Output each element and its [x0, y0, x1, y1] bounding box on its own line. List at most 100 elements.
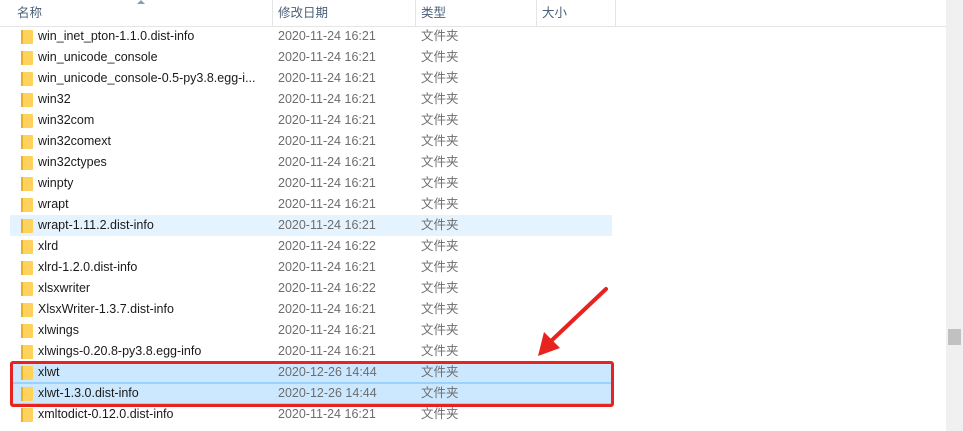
- file-name: win32comext: [38, 134, 111, 148]
- file-type: 文件夹: [421, 176, 459, 190]
- file-modified-date: 2020-11-24 16:21: [278, 71, 376, 85]
- file-type: 文件夹: [421, 71, 459, 85]
- file-row[interactable]: xlwt-1.3.0.dist-info 2020-12-26 14:44 文件夹: [10, 383, 612, 404]
- file-row[interactable]: xlrd 2020-11-24 16:22 文件夹: [10, 236, 612, 257]
- file-type: 文件夹: [421, 29, 459, 43]
- file-name: win_unicode_console: [38, 50, 158, 64]
- file-modified-date: 2020-11-24 16:21: [278, 218, 376, 232]
- folder-icon: [21, 93, 33, 107]
- file-name: xlwings: [38, 323, 79, 337]
- file-type: 文件夹: [421, 218, 459, 232]
- folder-icon: [21, 345, 33, 359]
- file-modified-date: 2020-12-26 14:44: [278, 386, 377, 400]
- file-modified-date: 2020-11-24 16:21: [278, 29, 376, 43]
- column-divider[interactable]: [536, 0, 537, 26]
- file-type: 文件夹: [421, 302, 459, 316]
- file-name: win32: [38, 92, 71, 106]
- file-row[interactable]: win_unicode_console 2020-11-24 16:21 文件夹: [10, 47, 612, 68]
- file-modified-date: 2020-11-24 16:21: [278, 197, 376, 211]
- file-name: XlsxWriter-1.3.7.dist-info: [38, 302, 174, 316]
- file-row[interactable]: win_inet_pton-1.1.0.dist-info 2020-11-24 …: [10, 26, 612, 47]
- folder-icon: [21, 303, 33, 317]
- scrollbar-thumb[interactable]: [948, 329, 961, 345]
- file-name: xlwt-1.3.0.dist-info: [38, 386, 139, 400]
- file-row[interactable]: win_unicode_console-0.5-py3.8.egg-i... 20…: [10, 68, 612, 89]
- file-type: 文件夹: [421, 386, 459, 400]
- file-row[interactable]: XlsxWriter-1.3.7.dist-info 2020-11-24 16:…: [10, 299, 612, 320]
- folder-icon: [21, 30, 33, 44]
- file-modified-date: 2020-11-24 16:22: [278, 281, 376, 295]
- file-type: 文件夹: [421, 92, 459, 106]
- file-name: wrapt-1.11.2.dist-info: [38, 218, 154, 232]
- file-modified-date: 2020-11-24 16:21: [278, 302, 376, 316]
- file-modified-date: 2020-11-24 16:21: [278, 344, 376, 358]
- folder-icon: [21, 282, 33, 296]
- file-row[interactable]: xlwt 2020-12-26 14:44 文件夹: [10, 362, 612, 383]
- file-type: 文件夹: [421, 407, 459, 421]
- column-divider[interactable]: [272, 0, 273, 26]
- file-name: xmltodict-0.12.0.dist-info: [38, 407, 174, 421]
- folder-icon: [21, 366, 33, 380]
- folder-icon: [21, 261, 33, 275]
- file-type: 文件夹: [421, 260, 459, 274]
- file-modified-date: 2020-11-24 16:21: [278, 113, 376, 127]
- file-row[interactable]: wrapt-1.11.2.dist-info 2020-11-24 16:21 文件…: [10, 215, 612, 236]
- file-row[interactable]: xmltodict-0.12.0.dist-info 2020-11-24 16:…: [10, 404, 612, 425]
- red-arrow-annotation: [538, 287, 608, 356]
- file-modified-date: 2020-12-26 14:44: [278, 365, 377, 379]
- folder-icon: [21, 387, 33, 401]
- vertical-scrollbar[interactable]: [946, 0, 963, 431]
- file-name: win_inet_pton-1.1.0.dist-info: [38, 29, 195, 43]
- file-modified-date: 2020-11-24 16:21: [278, 260, 376, 274]
- file-name: wrapt: [38, 197, 69, 211]
- file-name: win32com: [38, 113, 95, 127]
- file-row[interactable]: wrapt 2020-11-24 16:21 文件夹: [10, 194, 612, 215]
- folder-icon: [21, 114, 33, 128]
- file-name: xlsxwriter: [38, 281, 91, 295]
- file-row[interactable]: win32 2020-11-24 16:21 文件夹: [10, 89, 612, 110]
- file-type: 文件夹: [421, 365, 459, 379]
- file-row[interactable]: xlwings 2020-11-24 16:21 文件夹: [10, 320, 612, 341]
- file-type: 文件夹: [421, 323, 459, 337]
- file-name: xlwings-0.20.8-py3.8.egg-info: [38, 344, 202, 358]
- file-row[interactable]: winpty 2020-11-24 16:21 文件夹: [10, 173, 612, 194]
- file-name: win32ctypes: [38, 155, 107, 169]
- file-type: 文件夹: [421, 134, 459, 148]
- file-row[interactable]: win32com 2020-11-24 16:21 文件夹: [10, 110, 612, 131]
- file-modified-date: 2020-11-24 16:22: [278, 239, 376, 253]
- folder-icon: [21, 51, 33, 65]
- folder-icon: [21, 177, 33, 191]
- column-divider[interactable]: [615, 0, 616, 26]
- file-modified-date: 2020-11-24 16:21: [278, 155, 376, 169]
- file-type: 文件夹: [421, 113, 459, 127]
- file-name: xlrd: [38, 239, 59, 253]
- folder-icon: [21, 72, 33, 86]
- file-name: xlwt: [38, 365, 60, 379]
- file-row[interactable]: xlsxwriter 2020-11-24 16:22 文件夹: [10, 278, 612, 299]
- file-type: 文件夹: [421, 197, 459, 211]
- file-row[interactable]: xlwings-0.20.8-py3.8.egg-info 2020-11-24 …: [10, 341, 612, 362]
- column-header-size[interactable]: 大小: [538, 0, 614, 26]
- column-header-name[interactable]: 名称: [13, 0, 271, 26]
- file-name: win_unicode_console-0.5-py3.8.egg-i...: [38, 71, 256, 85]
- folder-icon: [21, 240, 33, 254]
- file-name: xlrd-1.2.0.dist-info: [38, 260, 138, 274]
- file-type: 文件夹: [421, 50, 459, 64]
- column-header-type[interactable]: 类型: [417, 0, 535, 26]
- file-row[interactable]: win32comext 2020-11-24 16:21 文件夹: [10, 131, 612, 152]
- file-row[interactable]: win32ctypes 2020-11-24 16:21 文件夹: [10, 152, 612, 173]
- column-header-date[interactable]: 修改日期: [274, 0, 414, 26]
- folder-icon: [21, 135, 33, 149]
- folder-icon: [21, 324, 33, 338]
- folder-icon: [21, 156, 33, 170]
- file-type: 文件夹: [421, 344, 459, 358]
- file-modified-date: 2020-11-24 16:21: [278, 176, 376, 190]
- column-header-bar: 名称 修改日期 类型 大小: [0, 0, 946, 27]
- file-row[interactable]: xlrd-1.2.0.dist-info 2020-11-24 16:21 文件夹: [10, 257, 612, 278]
- file-name: winpty: [38, 176, 74, 190]
- column-divider[interactable]: [415, 0, 416, 26]
- file-modified-date: 2020-11-24 16:21: [278, 323, 376, 337]
- file-modified-date: 2020-11-24 16:21: [278, 50, 376, 64]
- folder-icon: [21, 408, 33, 422]
- file-type: 文件夹: [421, 239, 459, 253]
